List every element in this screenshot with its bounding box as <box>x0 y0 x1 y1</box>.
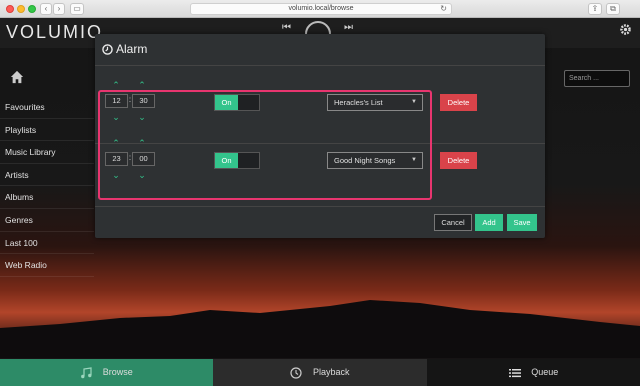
home-icon[interactable] <box>10 70 24 84</box>
search-input[interactable]: Search ... <box>564 70 630 87</box>
cancel-button[interactable]: Cancel <box>434 214 472 231</box>
tab-queue[interactable]: Queue <box>427 359 640 386</box>
sidebar-item-artists[interactable]: Artists <box>0 164 94 187</box>
sidebar-item-last-100[interactable]: Last 100 <box>0 232 94 255</box>
address-bar[interactable]: volumio.local/browse ↻ <box>190 3 452 15</box>
hour-up-icon[interactable]: ⌃ <box>110 80 122 90</box>
share-button[interactable]: ⇪ <box>588 3 602 15</box>
list-icon <box>508 368 521 377</box>
bottom-tab-bar: Browse Playback Queue <box>0 359 640 386</box>
sidebar-item-genres[interactable]: Genres <box>0 209 94 232</box>
tab-playback-label: Playback <box>312 367 350 378</box>
alarm-clock-icon <box>102 44 113 55</box>
tab-browse[interactable]: Browse <box>0 359 213 386</box>
save-button[interactable]: Save <box>507 214 537 231</box>
tab-playback[interactable]: Playback <box>213 359 427 386</box>
sidebar-toggle-button[interactable]: ▭ <box>70 3 84 15</box>
volumio-logo: VOLUMIO <box>6 22 104 42</box>
close-window-button[interactable] <box>6 5 14 13</box>
tab-browse-label: Browse <box>102 367 133 378</box>
sidebar-item-web-radio[interactable]: Web Radio <box>0 254 94 277</box>
previous-track-icon[interactable]: ⏮ <box>282 22 291 33</box>
zoom-window-button[interactable] <box>28 5 36 13</box>
next-track-icon[interactable]: ⏭ <box>344 22 353 33</box>
add-alarm-button[interactable]: Add <box>475 214 503 231</box>
music-note-icon <box>81 366 92 378</box>
browser-toolbar: ‹ › ▭ volumio.local/browse ↻ ⇪ ⧉ <box>0 0 640 18</box>
minute-up-icon[interactable]: ⌃ <box>136 80 148 90</box>
delete-alarm-button[interactable]: Delete <box>440 152 477 169</box>
reload-icon[interactable]: ↻ <box>440 4 447 14</box>
alarm-dialog-header: Alarm <box>95 34 545 66</box>
gear-icon[interactable] <box>619 23 632 36</box>
delete-alarm-button[interactable]: Delete <box>440 94 477 111</box>
sidebar-item-favourites[interactable]: Favourites <box>0 96 94 119</box>
volumio-app: VOLUMIO ⏮ ⏭ Search ... Favourites Playli… <box>0 18 640 386</box>
back-button[interactable]: ‹ <box>40 3 52 15</box>
footer-divider <box>95 206 545 207</box>
sidebar-item-music-library[interactable]: Music Library <box>0 141 94 164</box>
sidebar-item-playlists[interactable]: Playlists <box>0 119 94 142</box>
forward-button[interactable]: › <box>53 3 65 15</box>
tabs-overview-button[interactable]: ⧉ <box>606 3 620 15</box>
alarm-dialog-title: Alarm <box>116 42 148 56</box>
tab-queue-label: Queue <box>531 367 559 378</box>
sidebar-item-albums[interactable]: Albums <box>0 186 94 209</box>
minimize-window-button[interactable] <box>17 5 25 13</box>
url-text: volumio.local/browse <box>288 5 354 12</box>
annotation-highlight-box <box>98 90 432 200</box>
browse-sidebar: Favourites Playlists Music Library Artis… <box>0 96 94 277</box>
mountain-silhouette <box>0 300 640 358</box>
clock-icon <box>290 367 303 379</box>
